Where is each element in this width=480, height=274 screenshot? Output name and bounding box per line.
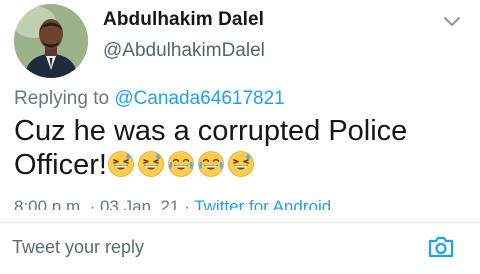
tears-of-joy-emoji	[168, 151, 194, 177]
replying-to-mention[interactable]: @Canada64617821	[114, 88, 284, 109]
grinning-sweat-emoji	[228, 151, 254, 177]
reply-bar	[0, 223, 480, 274]
tweet-source[interactable]: Twitter for Android	[194, 197, 331, 210]
tweet-timestamp: 8:00 p.m. · 03 Jan. 21 ·	[14, 197, 195, 210]
author-handle[interactable]: @AbdulhakimDalel	[103, 40, 265, 62]
replying-to: Replying to @Canada64617821	[14, 88, 285, 110]
avatar[interactable]	[14, 4, 88, 78]
avatar-image	[14, 4, 88, 78]
chevron-down-icon[interactable]	[440, 10, 464, 34]
grinning-sweat-emoji	[138, 151, 164, 177]
grinning-sweat-emoji	[108, 151, 134, 177]
tweet-text-block: Cuz he was a corrupted Police Officer!	[14, 114, 474, 182]
author-name[interactable]: Abdulhakim Dalel	[103, 9, 264, 31]
tweet: Abdulhakim Dalel @AbdulhakimDalel Replyi…	[0, 0, 480, 222]
replying-to-label: Replying to	[14, 88, 115, 109]
tweet-meta: 8:00 p.m. · 03 Jan. 21 · Twitter for And…	[14, 196, 331, 210]
tears-of-joy-emoji	[198, 151, 224, 177]
camera-icon[interactable]	[426, 233, 456, 261]
reply-input[interactable]	[12, 235, 392, 259]
emoji-row	[107, 149, 257, 181]
